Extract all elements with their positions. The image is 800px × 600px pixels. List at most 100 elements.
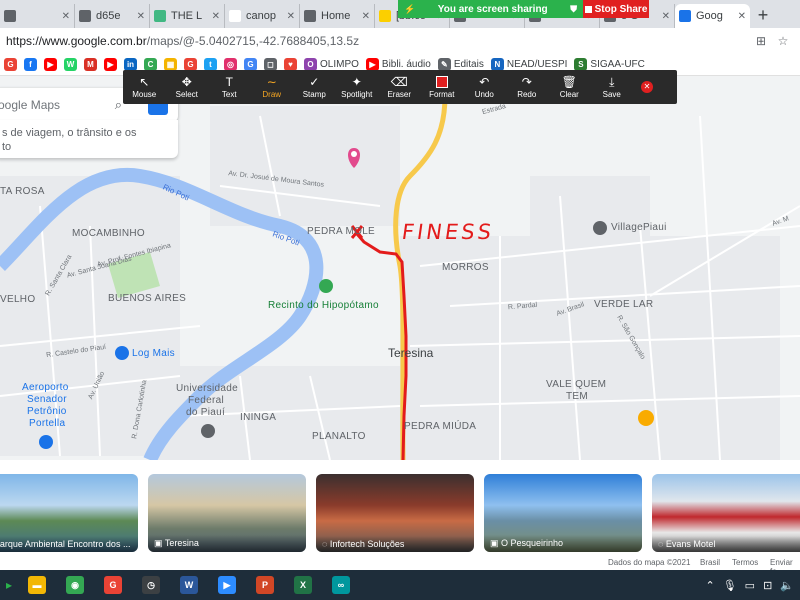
photo-card[interactable]: ▣ O Pesqueirinho [484, 474, 642, 552]
microphone-icon[interactable]: 🎙 [723, 579, 737, 592]
tool-mouse-button[interactable]: ↖ Mouse [123, 70, 166, 104]
tool-label: Select [175, 90, 198, 99]
photo-card[interactable]: ◌ Parque Ambiental Encontro dos ... [0, 474, 138, 552]
tool-redo-button[interactable]: ↷ Redo [506, 70, 549, 104]
undo-icon: ↶ [479, 75, 490, 89]
close-toolbar-icon[interactable]: ✕ [641, 81, 653, 93]
url-field[interactable]: https://www.google.com.br/maps/@-5.04027… [6, 34, 750, 48]
clock-icon: ◷ [142, 576, 160, 594]
bookmark-item[interactable]: W [64, 58, 77, 71]
tab-close-icon[interactable]: ✕ [738, 11, 746, 22]
search-input[interactable]: oogle Maps [0, 98, 60, 112]
tool-label: Eraser [387, 90, 412, 99]
mouse-icon: ↖ [139, 75, 150, 89]
tab-favicon-icon [4, 10, 16, 22]
tool-label: Draw [262, 90, 282, 99]
bookmark-item[interactable]: M [84, 58, 97, 71]
tab-close-icon[interactable]: ✕ [212, 11, 220, 22]
tab-close-icon[interactable]: ✕ [362, 11, 370, 22]
folder-icon: ▬ [28, 576, 46, 594]
country-link[interactable]: Brasil [700, 558, 720, 567]
bookmark-star-icon[interactable]: ☆ [772, 34, 794, 48]
tool-eraser-button[interactable]: ⌫ Eraser [378, 70, 421, 104]
bookmark-icon: f [24, 58, 37, 71]
start-button[interactable]: ▸ [0, 570, 18, 600]
photo-card[interactable]: ◌ Infortech Soluções [316, 474, 474, 552]
tool-clear-button[interactable]: 🗑 Clear [548, 70, 591, 104]
new-tab-button[interactable]: + [750, 4, 776, 28]
map-canvas[interactable]: FINESS TA ROSA MOCAMBINHO BUENOS AIRES V… [0, 76, 800, 460]
tab-favicon-icon [229, 10, 241, 22]
taskbar-app-chrome[interactable]: ◉ [56, 570, 94, 600]
tool-label: Format [429, 89, 455, 99]
bookmark-item[interactable]: ▶ [104, 58, 117, 71]
chevron-up-icon[interactable]: ⌃ [705, 579, 714, 592]
tab-close-icon[interactable]: ✕ [137, 11, 145, 22]
sharing-indicator: ⚡ You are screen sharing ⛊ [398, 0, 583, 18]
browser-tab[interactable]: Goog ✕ [675, 4, 750, 28]
bookmark-item[interactable]: G [4, 58, 17, 71]
tab-close-icon[interactable]: ✕ [662, 11, 670, 22]
browser-tab[interactable]: canop ✕ [225, 4, 300, 28]
system-tray: ⌃ 🎙 ▭ ⊡ 🔈 [705, 579, 800, 592]
tab-close-icon[interactable]: ✕ [62, 11, 70, 22]
tool-spotlight-button[interactable]: ✦ Spotlight [336, 70, 379, 104]
taskbar-app-zoom[interactable]: ▶ [208, 570, 246, 600]
place-vale-quem-tem-1: VALE QUEM [546, 379, 607, 390]
taskbar-app-folder[interactable]: ▬ [18, 570, 56, 600]
tool-draw-button[interactable]: ∼ Draw [251, 70, 294, 104]
tab-close-icon[interactable]: ✕ [287, 11, 295, 22]
place-velho: VELHO [0, 294, 36, 305]
place-vale-quem-tem-2: TEM [566, 391, 589, 402]
tool-save-button[interactable]: ⤓ Save [591, 70, 634, 104]
redo-icon: ↷ [521, 75, 532, 89]
search-icon[interactable]: ⌕ [115, 97, 122, 113]
panorama-icon: ◌ [658, 539, 666, 549]
place-verde-lar: VERDE LAR [594, 299, 654, 310]
tool-undo-button[interactable]: ↶ Undo [463, 70, 506, 104]
browser-tab[interactable]: d65e ✕ [75, 4, 150, 28]
place-airport-line3: Petrônio [27, 406, 67, 417]
photo-card[interactable]: ▣ Teresina [148, 474, 306, 552]
tool-format-button[interactable]: Format [421, 70, 464, 104]
taskbar-app-excel[interactable]: X [284, 570, 322, 600]
bookmark-icon: W [64, 58, 77, 71]
tool-stamp-button[interactable]: ✓ Stamp [293, 70, 336, 104]
tab-favicon-icon [154, 10, 166, 22]
taskbar-app-arduino[interactable]: ∞ [322, 570, 360, 600]
tab-favicon-icon [379, 10, 391, 22]
place-ufpi-line2: Federal [188, 395, 225, 406]
monitor-icon[interactable]: ▭ [745, 579, 755, 592]
taskbar-app-powerpoint[interactable]: P [246, 570, 284, 600]
bookmark-label: Bibli. áudio [381, 59, 431, 70]
browser-tab[interactable]: Home ✕ [300, 4, 375, 28]
eraser-icon: ⌫ [390, 75, 408, 89]
terms-link[interactable]: Termos [732, 558, 758, 567]
g-app-icon: G [104, 576, 122, 594]
spotlight-icon: ✦ [351, 75, 362, 89]
place-ininga: ININGA [240, 412, 277, 423]
photo-card[interactable]: ◌ Evans Motel [652, 474, 800, 552]
map-data-copyright: Dados do mapa ©2021 [608, 558, 691, 567]
taskbar-app-g-app[interactable]: G [94, 570, 132, 600]
tool-text-button[interactable]: T Text [208, 70, 251, 104]
taskbar-app-word[interactable]: W [170, 570, 208, 600]
bookmark-item[interactable]: ▶ [44, 58, 57, 71]
bookmark-item[interactable]: f [24, 58, 37, 71]
volume-icon[interactable]: 🔈 [780, 579, 794, 592]
browser-tab[interactable]: ✕ [0, 4, 75, 28]
tool-select-button[interactable]: ✥ Select [166, 70, 209, 104]
bookmark-label: Editais [453, 59, 484, 70]
install-icon[interactable]: ⊞ [750, 34, 772, 48]
photo-caption: O Pesqueirinho [501, 538, 564, 548]
draw-icon: ∼ [266, 75, 277, 89]
arduino-icon: ∞ [332, 576, 350, 594]
browser-tab[interactable]: THE L ✕ [150, 4, 225, 28]
network-icon[interactable]: ⊡ [763, 579, 772, 592]
park-pin [319, 279, 333, 293]
tab-favicon-icon [79, 10, 91, 22]
stop-share-button[interactable]: Stop Share [583, 0, 649, 18]
chrome-icon: ◉ [66, 576, 84, 594]
windows-taskbar: ▸ ▬ ◉ G ◷ W ▶ P X ∞ ⌃ 🎙 ▭ ⊡ 🔈 [0, 570, 800, 600]
taskbar-app-clock[interactable]: ◷ [132, 570, 170, 600]
